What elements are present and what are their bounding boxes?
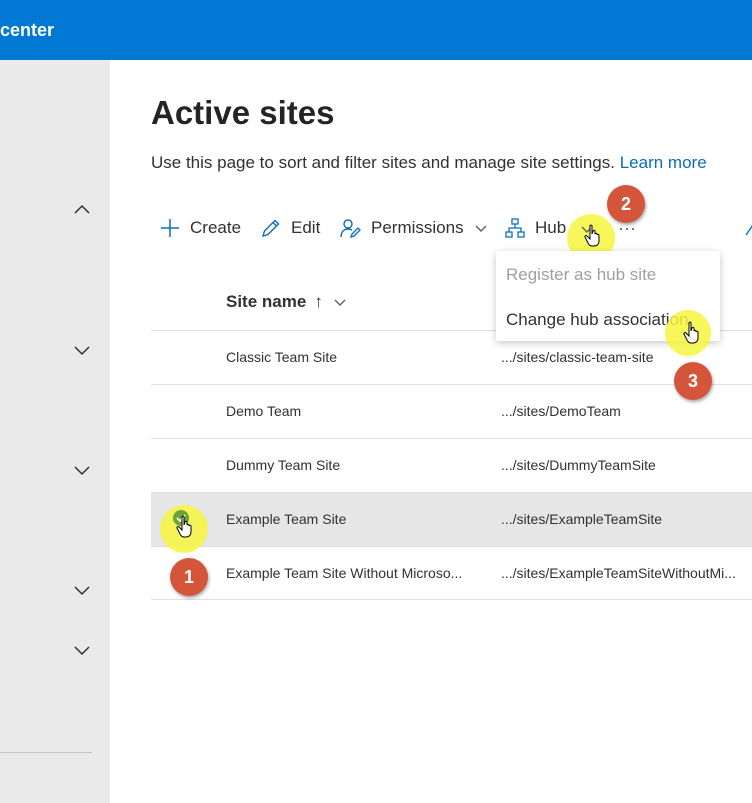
- chevron-down-icon[interactable]: [72, 580, 92, 600]
- table-row-selected[interactable]: Example Team Site .../sites/ExampleTeamS…: [151, 492, 752, 546]
- column-header-label: Site name: [226, 292, 307, 311]
- top-bar: center: [0, 0, 752, 60]
- edit-label: Edit: [291, 218, 321, 237]
- hand-cursor-icon: [683, 321, 699, 344]
- nav-divider: [0, 752, 92, 753]
- step-2-badge: 2: [607, 185, 645, 223]
- table-row[interactable]: Demo Team .../sites/DemoTeam: [151, 384, 752, 438]
- create-button[interactable]: Create: [160, 216, 241, 240]
- hub-label: Hub: [535, 218, 567, 237]
- learn-more-link[interactable]: Learn more: [620, 153, 707, 172]
- site-name-cell: Demo Team: [226, 403, 302, 419]
- chevron-down-icon[interactable]: [72, 640, 92, 660]
- column-header-site-name[interactable]: Site name ↑: [226, 292, 347, 312]
- page-title: Active sites: [151, 94, 335, 131]
- description-text: Use this page to sort and filter sites a…: [151, 153, 615, 172]
- site-url-cell: .../sites/ExampleTeamSiteWithoutMi...: [501, 565, 736, 581]
- pencil-icon: [261, 219, 280, 237]
- table-row[interactable]: Example Team Site Without Microso... ...…: [151, 546, 752, 600]
- site-name-cell: Dummy Team Site: [226, 457, 341, 473]
- left-nav: [0, 60, 110, 803]
- plus-icon: [161, 219, 179, 237]
- chevron-down-icon: [334, 299, 346, 306]
- site-url-cell: .../sites/classic-team-site: [501, 349, 654, 365]
- site-name-cell: Example Team Site: [226, 511, 347, 527]
- page-description: Use this page to sort and filter sites a…: [151, 153, 707, 173]
- site-url-cell: .../sites/DemoTeam: [501, 403, 621, 419]
- site-url-cell: .../sites/ExampleTeamSite: [501, 511, 663, 527]
- hub-hierarchy-icon: [505, 218, 525, 238]
- sort-ascending-icon: ↑: [314, 292, 323, 311]
- edit-button[interactable]: Edit: [260, 216, 320, 240]
- chevron-down-icon[interactable]: [72, 460, 92, 480]
- chevron-up-icon[interactable]: [72, 200, 92, 220]
- site-url-cell: .../sites/DummyTeamSite: [501, 457, 656, 473]
- command-overflow-icon[interactable]: [744, 220, 752, 236]
- chevron-down-icon: [475, 225, 487, 232]
- hand-cursor-icon: [584, 224, 600, 247]
- permissions-button[interactable]: Permissions: [340, 216, 488, 240]
- step-1-badge: 1: [170, 558, 208, 596]
- site-name-cell: Example Team Site Without Microso...: [226, 565, 463, 581]
- hand-cursor-icon: [176, 515, 192, 538]
- create-label: Create: [190, 218, 242, 237]
- permissions-label: Permissions: [371, 218, 464, 237]
- register-hub-site-item: Register as hub site: [506, 265, 657, 284]
- site-name-cell: Classic Team Site: [226, 349, 338, 365]
- app-title: center: [0, 20, 55, 40]
- hub-button[interactable]: Hub: [505, 216, 566, 240]
- table-bottom-divider: [151, 599, 752, 600]
- chevron-down-icon[interactable]: [72, 340, 92, 360]
- step-3-badge: 3: [674, 362, 712, 400]
- table-row[interactable]: Dummy Team Site .../sites/DummyTeamSite: [151, 438, 752, 492]
- people-icon: [340, 218, 361, 238]
- change-hub-association-item[interactable]: Change hub association: [506, 310, 688, 330]
